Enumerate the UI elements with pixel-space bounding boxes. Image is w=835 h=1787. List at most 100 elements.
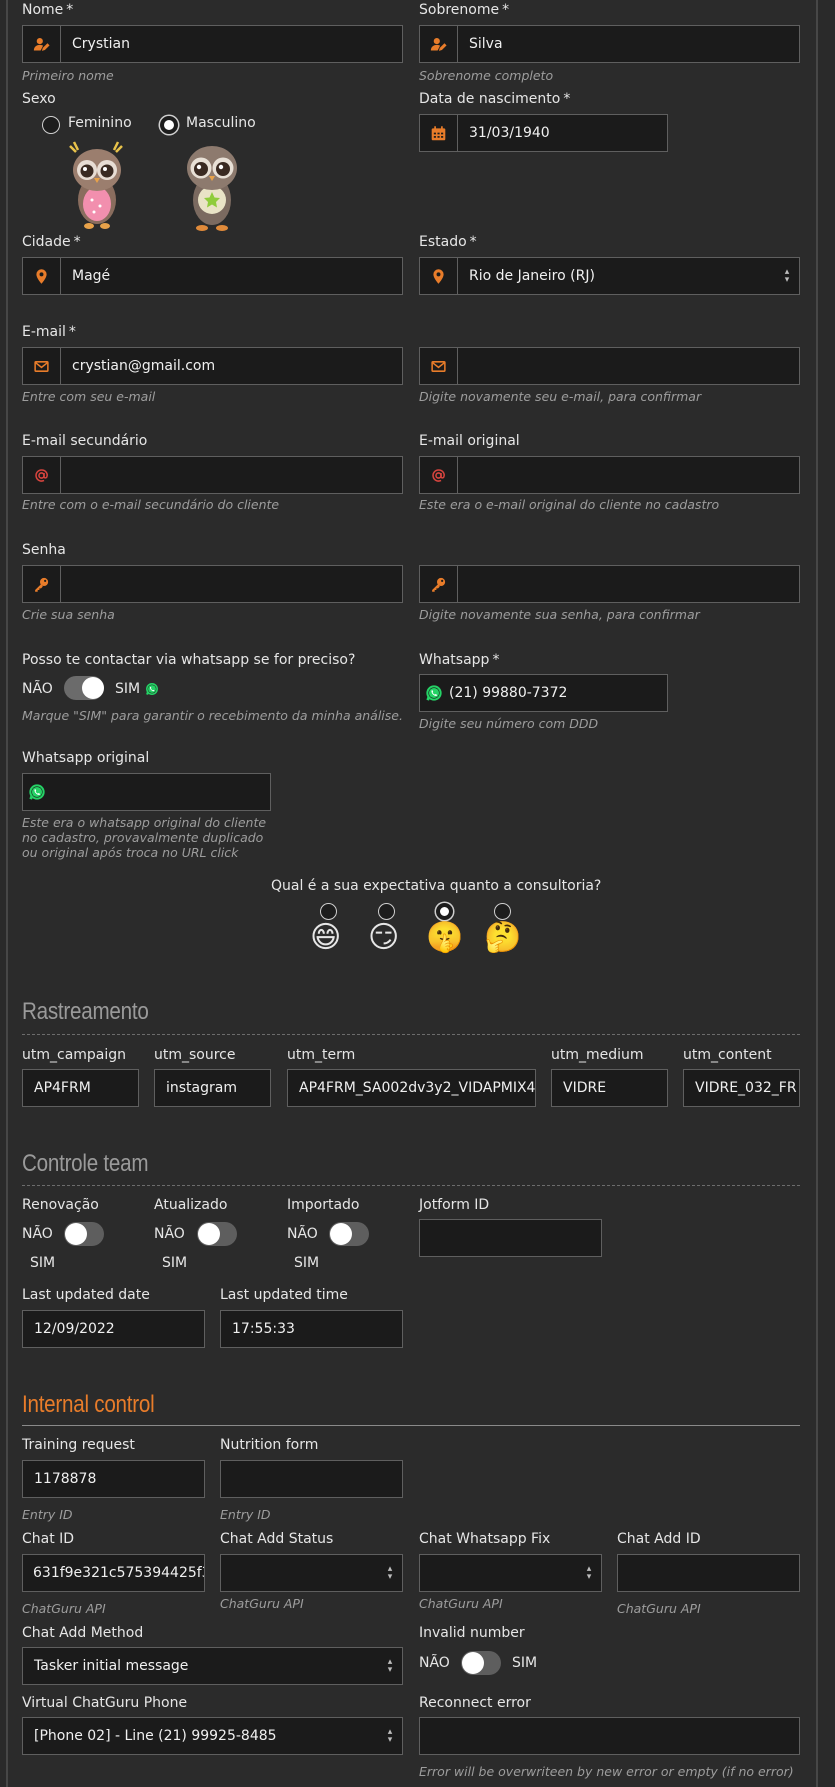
thinking-emoji-icon: 🤔	[484, 920, 522, 955]
renovacao-label: Renovação	[22, 1197, 99, 1213]
importado-toggle[interactable]	[329, 1222, 369, 1246]
chat-whatsapp-fix-label: Chat Whatsapp Fix	[419, 1531, 551, 1547]
whatsapp-icon	[28, 783, 46, 801]
senha-confirm-hint: Digite novamente sua senha, para confirm…	[419, 607, 700, 622]
atualizado-toggle[interactable]	[197, 1222, 237, 1246]
email-sec-hint: Entre com o e-mail secundário do cliente	[22, 497, 280, 512]
email-orig-field[interactable]	[419, 456, 800, 494]
user-edit-icon	[420, 26, 458, 62]
whatsapp-icon	[425, 684, 443, 702]
training-field[interactable]: 1178878	[22, 1460, 205, 1498]
nascimento-field[interactable]: 31/03/1940	[419, 114, 668, 152]
expectativa-label: Qual é a sua expectativa quanto a consul…	[271, 878, 602, 894]
whatsapp-icon	[145, 682, 159, 696]
at-icon	[420, 457, 458, 493]
chat-id-label: Chat ID	[22, 1531, 75, 1547]
senha-label: Senha	[22, 542, 66, 558]
masculino-radio[interactable]	[160, 116, 178, 134]
grinning-emoji-icon: 😄	[310, 920, 342, 955]
utm-campaign-field[interactable]: AP4FRM	[22, 1069, 139, 1107]
select-arrows-icon: ▴ ▾	[784, 267, 790, 285]
chat-add-status-select[interactable]: ▴ ▾	[220, 1554, 403, 1592]
whatsapp-hint: Digite seu número com DDD	[419, 716, 599, 731]
estado-label: Estado *	[419, 234, 477, 250]
feminino-label: Feminino	[68, 115, 132, 131]
contato-toggle[interactable]	[64, 676, 104, 700]
last-time-field[interactable]: 17:55:33	[220, 1310, 403, 1348]
senha-field[interactable]	[22, 565, 403, 603]
jotform-label: Jotform ID	[419, 1197, 490, 1213]
utm-term-field[interactable]: AP4FRM_SA002dv3y2_VIDAPMIX4	[287, 1069, 536, 1107]
map-pin-icon	[23, 258, 61, 294]
chat-id-hint: ChatGuru API	[22, 1601, 106, 1616]
renovacao-yes-label: SIM	[30, 1255, 56, 1271]
envelope-icon	[420, 348, 458, 384]
jotform-field[interactable]	[419, 1219, 602, 1257]
importado-no-label: NÃO	[287, 1226, 318, 1242]
reconnect-field[interactable]	[419, 1717, 800, 1755]
controle-title: Controle team	[22, 1150, 149, 1177]
atualizado-no-label: NÃO	[154, 1226, 185, 1242]
select-arrows-icon: ▴ ▾	[586, 1564, 592, 1582]
chat-add-id-label: Chat Add ID	[617, 1531, 701, 1547]
rastreamento-title: Rastreamento	[22, 998, 149, 1025]
expectativa-radio-4[interactable]	[494, 903, 511, 920]
calendar-icon	[420, 115, 458, 151]
contato-label: Posso te contactar via whatsapp se for p…	[22, 652, 356, 668]
nome-label: Nome *	[22, 2, 74, 18]
toggle-knob	[65, 1223, 87, 1245]
utm-content-field[interactable]: VIDRE_032_FR	[683, 1069, 800, 1107]
invalid-number-toggle[interactable]	[461, 1651, 501, 1675]
chat-id-field[interactable]: 631f9e321c575394425f3	[22, 1554, 205, 1592]
nutrition-hint: Entry ID	[220, 1507, 271, 1522]
utm-campaign-label: utm_campaign	[22, 1047, 127, 1063]
expectativa-radio-1[interactable]	[320, 903, 337, 920]
toggle-knob	[198, 1223, 220, 1245]
chat-add-id-field[interactable]	[617, 1554, 800, 1592]
select-arrows-icon: ▴ ▾	[387, 1564, 393, 1582]
estado-select[interactable]: Rio de Janeiro (RJ) ▴ ▾	[419, 257, 800, 295]
nutrition-field[interactable]	[220, 1460, 403, 1498]
select-arrows-icon: ▴ ▾	[387, 1727, 393, 1745]
whatsapp-orig-field[interactable]	[22, 773, 271, 811]
internal-title: Internal control	[22, 1391, 155, 1418]
last-date-field[interactable]: 12/09/2022	[22, 1310, 205, 1348]
senha-hint: Crie sua senha	[22, 607, 115, 622]
sobrenome-label: Sobrenome *	[419, 2, 510, 18]
nome-field[interactable]: Crystian	[22, 25, 403, 63]
sexo-label: Sexo	[22, 91, 56, 107]
renovacao-toggle[interactable]	[64, 1222, 104, 1246]
atualizado-label: Atualizado	[154, 1197, 228, 1213]
feminino-radio[interactable]	[42, 116, 60, 134]
key-icon	[420, 566, 458, 602]
reconnect-hint: Error will be overwriteen by new error o…	[419, 1764, 794, 1779]
utm-term-label: utm_term	[287, 1047, 356, 1063]
email-field[interactable]: crystian@gmail.com	[22, 347, 403, 385]
email-sec-field[interactable]	[22, 456, 403, 494]
whatsapp-field[interactable]: (21) 99880-7372	[419, 674, 668, 712]
expectativa-radio-3[interactable]	[436, 903, 453, 920]
cidade-label: Cidade *	[22, 234, 81, 250]
whatsapp-orig-hint: Este era o whatsapp original do cliente …	[22, 815, 267, 860]
rastreamento-divider	[22, 1034, 800, 1035]
senha-confirm-field[interactable]	[419, 565, 800, 603]
email-hint: Entre com seu e-mail	[22, 389, 156, 404]
importado-yes-label: SIM	[294, 1255, 320, 1271]
chat-whatsapp-fix-select[interactable]: ▴ ▾	[419, 1554, 602, 1592]
expectativa-radio-2[interactable]	[378, 903, 395, 920]
virtual-phone-label: Virtual ChatGuru Phone	[22, 1695, 188, 1711]
toggle-knob	[330, 1223, 352, 1245]
map-pin-icon	[420, 258, 458, 294]
sobrenome-field[interactable]: Silva	[419, 25, 800, 63]
chat-add-method-select[interactable]: Tasker initial message ▴ ▾	[22, 1647, 403, 1685]
virtual-phone-select[interactable]: [Phone 02] - Line (21) 99925-8485 ▴ ▾	[22, 1717, 403, 1755]
utm-source-field[interactable]: instagram	[154, 1069, 271, 1107]
invalid-number-no-label: NÃO	[419, 1655, 450, 1671]
nascimento-label: Data de nascimento *	[419, 91, 571, 107]
email-confirm-field[interactable]	[419, 347, 800, 385]
cidade-field[interactable]: Magé	[22, 257, 403, 295]
whatsapp-orig-label: Whatsapp original	[22, 750, 150, 766]
internal-divider	[22, 1425, 800, 1426]
chat-add-status-label: Chat Add Status	[220, 1531, 334, 1547]
utm-medium-field[interactable]: VIDRE	[551, 1069, 668, 1107]
